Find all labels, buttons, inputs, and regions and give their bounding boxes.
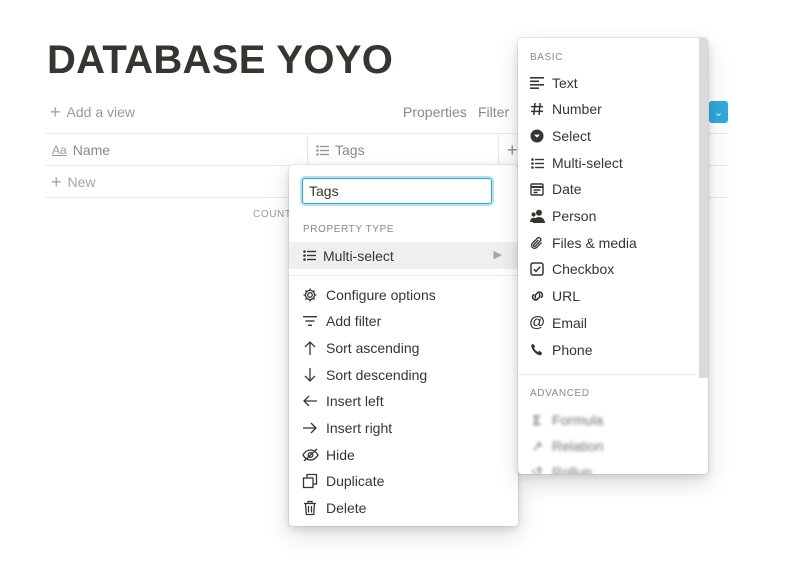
text-type-icon: Aa [52,143,67,157]
column-divider [307,133,308,165]
type-date-item[interactable]: Date [518,176,698,202]
property-type-menu: BASIC Text Number Select Multi-select Da… [518,38,708,474]
chevron-right-icon: ▶ [493,249,502,261]
new-row-label: New [67,174,96,190]
property-type-selector[interactable]: Multi-select ▶ [289,242,518,269]
column-label: Name [72,142,111,158]
checkbox-icon [528,260,546,278]
plus-icon: + [51,172,62,192]
arrow-right-icon [301,419,319,437]
trash-icon [301,499,319,517]
arrow-up-icon [301,339,319,357]
add-column-button[interactable]: + [507,139,518,160]
type-number-item[interactable]: Number [518,96,698,122]
column-divider [498,133,499,165]
column-label: Tags [335,142,365,158]
plus-icon: + [507,139,518,160]
insert-right-item[interactable]: Insert right [289,415,518,441]
rollup-icon: ↺ [531,463,543,475]
type-person-item[interactable]: Person [518,203,698,229]
plus-icon: + [50,102,61,122]
text-icon [528,74,546,92]
count-calculation[interactable]: COUNT [253,209,292,220]
person-icon [528,207,546,225]
at-icon: @ [529,314,545,331]
type-relation-item[interactable]: ↗ Relation [518,433,698,459]
type-formula-item[interactable]: Σ Formula [518,407,698,433]
advanced-heading: ADVANCED [530,388,590,399]
new-row-button[interactable]: + New [51,172,96,192]
properties-button[interactable]: Properties [403,104,467,120]
type-select-item[interactable]: Select [518,123,698,149]
link-icon [528,287,546,305]
property-menu: PROPERTY TYPE Multi-select ▶ Configure o… [289,165,518,526]
arrow-left-icon [301,392,319,410]
add-view-label: Add a view [66,104,135,120]
property-name-input[interactable] [302,178,492,204]
number-icon [528,100,546,118]
duplicate-icon [301,472,319,490]
paperclip-icon [528,234,546,252]
sort-descending-item[interactable]: Sort descending [289,362,518,388]
configure-options-item[interactable]: Configure options [289,282,518,308]
type-multi-select-item[interactable]: Multi-select [518,150,698,176]
multi-select-icon [316,144,329,156]
type-url-item[interactable]: URL [518,283,698,309]
chevron-down-icon: ⌄ [713,106,724,119]
scrollbar[interactable] [699,38,708,378]
type-email-item[interactable]: @ Email [518,310,698,336]
column-header-tags[interactable]: Tags [316,141,365,159]
type-files-item[interactable]: Files & media [518,230,698,256]
menu-divider [289,275,518,276]
property-type-heading: PROPERTY TYPE [303,224,395,235]
filter-icon [301,312,319,330]
column-header-name[interactable]: Aa Name [52,141,110,159]
phone-icon [528,341,546,359]
gear-icon [301,286,319,304]
duplicate-item[interactable]: Duplicate [289,468,518,494]
basic-heading: BASIC [530,52,564,63]
delete-item[interactable]: Delete [289,495,518,521]
type-checkbox-item[interactable]: Checkbox [518,256,698,282]
menu-divider [518,374,699,375]
eye-off-icon [301,446,319,464]
add-filter-item[interactable]: Add filter [289,308,518,334]
current-type-label: Multi-select [323,247,394,264]
type-rollup-item[interactable]: ↺ Rollup [518,459,698,475]
type-phone-item[interactable]: Phone [518,337,698,363]
page-title: DATABASE YOYO [47,38,394,82]
type-text-item[interactable]: Text [518,70,698,96]
select-icon [528,127,546,145]
arrow-down-icon [301,366,319,384]
insert-left-item[interactable]: Insert left [289,388,518,414]
new-dropdown-button[interactable]: ⌄ [709,101,728,123]
calendar-icon [528,180,546,198]
add-view-button[interactable]: + Add a view [50,101,135,123]
relation-icon: ↗ [531,437,543,454]
formula-icon: Σ [532,412,542,428]
sort-ascending-item[interactable]: Sort ascending [289,335,518,361]
multi-select-icon [528,154,546,172]
hide-item[interactable]: Hide [289,442,518,468]
filter-button[interactable]: Filter [478,104,509,120]
multi-select-icon [303,250,317,261]
